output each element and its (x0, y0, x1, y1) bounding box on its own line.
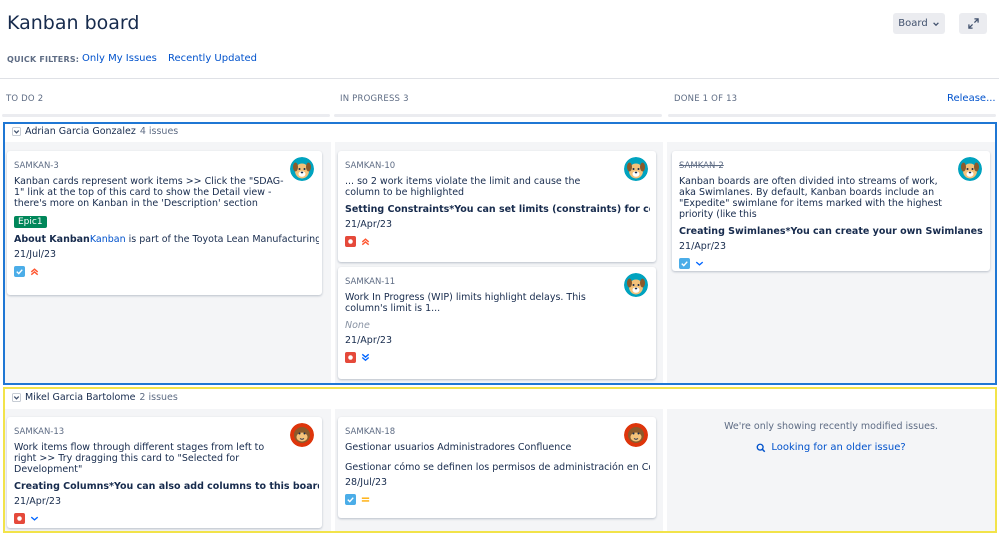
issue-key[interactable]: SAMKAN-18 (345, 427, 650, 437)
swimlane-header-adrian[interactable]: Adrian Garcia Gonzalez 4 issues (12, 126, 178, 137)
issue-card-samkan-18[interactable]: SAMKAN-18 Gestionar usuarios Administrad… (338, 417, 656, 518)
issue-date: 21/Apr/23 (345, 335, 393, 346)
avatar-dog-icon (958, 157, 982, 181)
expand-icon (967, 18, 979, 29)
avatar-monkey-icon (290, 423, 314, 447)
swimlane-count: 4 issues (139, 126, 179, 137)
priority-high-icon (361, 238, 370, 246)
priority-low-icon (695, 261, 704, 266)
swimlane-header-mikel[interactable]: Mikel Garcia Bartolome 2 issues (12, 392, 178, 403)
older-issue-link-label: Looking for an older issue? (771, 442, 906, 453)
issue-card-samkan-3[interactable]: SAMKAN-3 Kanban cards represent work ite… (7, 151, 322, 295)
fullscreen-button[interactable] (959, 13, 987, 34)
issue-key[interactable]: SAMKAN-11 (345, 277, 650, 287)
filter-recently-updated[interactable]: Recently Updated (168, 53, 257, 64)
swimlane-name: Mikel Garcia Bartolome (25, 392, 136, 403)
search-icon (756, 443, 766, 452)
issue-card-samkan-11[interactable]: SAMKAN-11 Work In Progress (WIP) limits … (338, 267, 656, 379)
column-underline-todo (2, 114, 330, 117)
chevron-down-icon[interactable] (12, 393, 21, 402)
avatar-dog-icon (624, 157, 648, 181)
issue-key[interactable]: SAMKAN-3 (14, 161, 316, 171)
issue-extra-field-empty: None (345, 320, 370, 331)
recently-modified-message: We're only showing recently modified iss… (724, 421, 938, 432)
epic-badge: Epic1 (14, 216, 47, 228)
issue-extra-field: Setting Constraints*You can set limits (… (345, 204, 650, 215)
issue-key[interactable]: SAMKAN-13 (14, 427, 316, 437)
issue-summary: Work items flow through different stages… (14, 442, 265, 475)
bug-icon (14, 513, 25, 524)
issue-summary: Gestionar usuarios Administradores Confl… (345, 442, 572, 453)
priority-low-icon (30, 516, 39, 521)
header-divider (0, 78, 999, 79)
issue-date: 21/Apr/23 (679, 241, 727, 252)
issue-extra-field: Creating Columns*You can also add column… (14, 481, 319, 492)
chevron-down-icon (932, 21, 939, 26)
issue-extra-field: About KanbanKanban is part of the Toyota… (14, 234, 319, 245)
priority-lowest-icon (361, 353, 370, 362)
issue-card-samkan-13[interactable]: SAMKAN-13 Work items flow through differ… (7, 417, 322, 528)
avatar-monkey-icon (624, 423, 648, 447)
avatar-dog-icon (290, 157, 314, 181)
column-header-todo: TO DO 2 (6, 94, 44, 104)
page-title: Kanban board (7, 12, 140, 34)
board-button-label: Board (898, 18, 928, 29)
priority-medium-icon (361, 497, 370, 502)
column-header-in-progress: IN PROGRESS 3 (340, 94, 409, 104)
older-issue-link[interactable]: Looking for an older issue? (668, 442, 994, 453)
issue-card-samkan-10[interactable]: SAMKAN-10 ... so 2 work items violate th… (338, 151, 656, 262)
release-link[interactable]: Release... (947, 93, 996, 104)
bug-icon (345, 352, 356, 363)
swimlane-name: Adrian Garcia Gonzalez (25, 126, 136, 137)
issue-date: 21/Apr/23 (14, 496, 62, 507)
column-header-done: DONE 1 OF 13 (674, 94, 738, 104)
issue-card-samkan-2[interactable]: SAMKAN-2 Kanban boards are often divided… (672, 151, 990, 271)
board-dropdown-button[interactable]: Board (893, 13, 945, 34)
bug-icon (345, 236, 356, 247)
issue-date: 21/Jul/23 (14, 249, 57, 260)
issue-extra-field: Creating Swimlanes*You can create your o… (679, 226, 984, 237)
filter-only-my-issues[interactable]: Only My Issues (82, 53, 157, 64)
issue-summary: Kanban cards represent work items >> Cli… (14, 176, 284, 209)
swimlane-count: 2 issues (139, 392, 178, 403)
task-icon (679, 258, 690, 269)
issue-date: 28/Jul/23 (345, 477, 388, 488)
task-icon (345, 494, 356, 505)
issue-summary: Work In Progress (WIP) limits highlight … (345, 292, 586, 314)
column-underline-done (668, 114, 996, 117)
issue-date: 21/Apr/23 (345, 219, 393, 230)
avatar-dog-icon (624, 273, 648, 297)
issue-key[interactable]: SAMKAN-2 (679, 161, 984, 171)
issue-key[interactable]: SAMKAN-10 (345, 161, 650, 171)
issue-summary: ... so 2 work items violate the limit an… (345, 176, 581, 198)
chevron-down-icon[interactable] (12, 127, 21, 136)
issue-extra-field: Gestionar cómo se definen los permisos d… (345, 462, 650, 473)
priority-high-icon (30, 268, 39, 276)
column-underline-in-progress (334, 114, 662, 117)
quick-filters-label: QUICK FILTERS: (7, 55, 80, 64)
task-icon (14, 266, 25, 277)
issue-summary: Kanban boards are often divided into str… (679, 176, 943, 220)
